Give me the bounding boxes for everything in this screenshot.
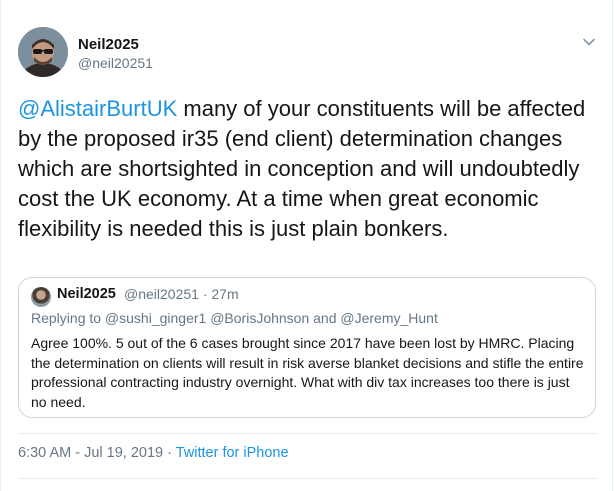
tweet-card: Neil2025 @neil20251 @AlistairBurtUK many… (0, 0, 613, 491)
quoted-reply-line: Replying to @sushi_ginger1 @BorisJohnson… (31, 310, 438, 326)
tweet-text: @AlistairBurtUK many of your constituent… (18, 94, 598, 244)
divider (18, 433, 598, 434)
tweet-footer: 6:30 AM - Jul 19, 2019 · Twitter for iPh… (18, 445, 289, 461)
chevron-down-icon[interactable] (581, 34, 597, 50)
avatar[interactable] (18, 27, 68, 77)
mention-link[interactable]: @AlistairBurtUK (18, 96, 177, 121)
quoted-tweet-text: Agree 100%. 5 out of the 6 cases brought… (31, 335, 584, 410)
quoted-tweet[interactable]: Neil2025 @neil20251 · 27m Replying to @s… (18, 277, 596, 418)
source-link[interactable]: Twitter for iPhone (176, 445, 289, 461)
avatar-image (18, 27, 68, 77)
timestamp[interactable]: 6:30 AM - Jul 19, 2019 (18, 445, 163, 461)
author-handle[interactable]: @neil20251 (78, 55, 153, 71)
divider (18, 478, 598, 479)
quoted-author-name: Neil2025 (57, 286, 116, 302)
quoted-author-meta: @neil20251 · 27m (124, 286, 239, 302)
separator: · (163, 445, 176, 461)
author-name[interactable]: Neil2025 (78, 36, 139, 53)
quoted-avatar (31, 287, 51, 307)
